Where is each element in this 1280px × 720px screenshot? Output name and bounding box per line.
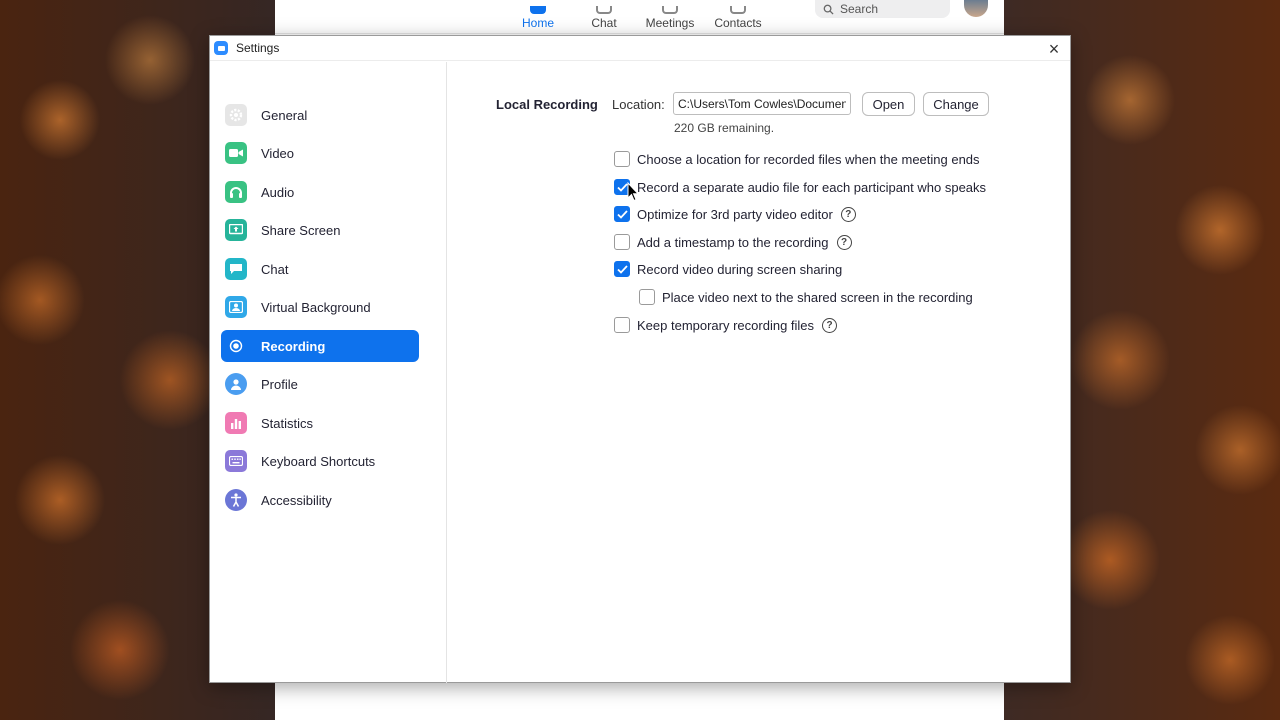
sidebar-item-label: Share Screen [261, 222, 341, 238]
contacts-icon [730, 6, 746, 14]
sidebar-item-share-screen[interactable]: Share Screen [221, 214, 419, 246]
location-label: Location: [612, 97, 665, 112]
accessibility-icon [225, 489, 247, 511]
option-label: Record a separate audio file for each pa… [637, 179, 987, 195]
place-video-checkbox[interactable] [639, 289, 655, 305]
checkmark-icon [616, 209, 628, 219]
option-optimize-3rd-party: Optimize for 3rd party video editor ? [614, 206, 856, 222]
sidebar-item-label: General [261, 107, 308, 123]
main-nav-bar: Home Chat Meetings Contacts Search [275, 0, 1004, 34]
separate-audio-checkbox[interactable] [614, 179, 630, 195]
choose-location-checkbox[interactable] [614, 151, 630, 167]
main-search-box[interactable]: Search [815, 0, 950, 18]
option-label: Record video during screen sharing [637, 261, 843, 277]
change-button[interactable]: Change [923, 92, 989, 116]
clock-icon [662, 6, 678, 14]
video-icon [225, 142, 247, 164]
main-search-label: Search [840, 2, 879, 16]
home-icon [530, 6, 546, 14]
sidebar-item-audio[interactable]: Audio [221, 176, 419, 208]
keep-temp-checkbox[interactable] [614, 317, 630, 333]
help-icon[interactable]: ? [836, 234, 852, 250]
storage-remaining: 220 GB remaining. [674, 121, 775, 135]
sidebar-item-label: Recording [261, 338, 326, 354]
close-button[interactable]: × [1044, 39, 1064, 59]
nav-home[interactable]: Home [522, 0, 555, 30]
optimize-editor-checkbox[interactable] [614, 206, 630, 222]
option-separate-audio: Record a separate audio file for each pa… [614, 179, 986, 195]
headphones-icon [225, 181, 247, 203]
zoom-app-icon [214, 41, 228, 55]
sidebar-item-recording[interactable]: Recording [221, 330, 419, 362]
avatar[interactable] [964, 0, 988, 17]
sidebar-item-keyboard-shortcuts[interactable]: Keyboard Shortcuts [221, 445, 419, 477]
location-field[interactable] [673, 92, 851, 115]
keyboard-icon [225, 450, 247, 472]
sidebar-item-label: Chat [261, 261, 289, 277]
sidebar-item-video[interactable]: Video [221, 137, 419, 169]
option-label: Keep temporary recording files [637, 317, 815, 333]
screen-sharing-checkbox[interactable] [614, 261, 630, 277]
sidebar-item-label: Profile [261, 376, 298, 392]
checkmark-icon [616, 264, 628, 274]
option-choose-location: Choose a location for recorded files whe… [614, 151, 980, 167]
checkmark-icon [616, 182, 628, 192]
nav-contacts[interactable]: Contacts [714, 0, 762, 30]
nav-chat-label: Chat [591, 16, 617, 30]
sidebar-item-label: Virtual Background [261, 299, 371, 315]
profile-icon [225, 373, 247, 395]
open-button[interactable]: Open [862, 92, 915, 116]
sidebar-item-label: Video [261, 145, 295, 161]
chat-icon [596, 6, 612, 14]
settings-sidebar: General Video Audio Share Screen Chat Vi… [210, 62, 447, 683]
search-icon [823, 4, 834, 15]
sidebar-item-chat[interactable]: Chat [221, 253, 419, 285]
nav-home-label: Home [522, 16, 555, 30]
share-screen-icon [225, 219, 247, 241]
option-timestamp: Add a timestamp to the recording ? [614, 234, 852, 250]
recording-icon [225, 335, 247, 357]
sidebar-item-virtual-background[interactable]: Virtual Background [221, 291, 419, 323]
settings-titlebar: Settings × [210, 36, 1070, 61]
sidebar-item-label: Keyboard Shortcuts [261, 453, 376, 469]
recording-settings-panel: Local Recording Location: Open Change 22… [448, 62, 1070, 683]
option-keep-temp-files: Keep temporary recording files ? [614, 317, 838, 333]
sidebar-item-accessibility[interactable]: Accessibility [221, 484, 419, 516]
local-recording-heading: Local Recording [496, 97, 598, 112]
option-label: Place video next to the shared screen in… [662, 289, 973, 305]
option-record-screen-sharing: Record video during screen sharing [614, 261, 842, 277]
option-label: Optimize for 3rd party video editor [637, 206, 833, 222]
option-label: Add a timestamp to the recording [637, 234, 829, 250]
sidebar-item-profile[interactable]: Profile [221, 368, 419, 400]
sidebar-item-label: Accessibility [261, 492, 332, 508]
nav-contacts-label: Contacts [714, 16, 762, 30]
sidebar-item-general[interactable]: General [221, 99, 419, 131]
sidebar-item-statistics[interactable]: Statistics [221, 407, 419, 439]
statistics-icon [225, 412, 247, 434]
chat-icon [225, 258, 247, 280]
nav-meetings-label: Meetings [645, 16, 695, 30]
sidebar-item-label: Audio [261, 184, 295, 200]
settings-dialog: Settings × General Video Audio Share Scr… [209, 35, 1071, 683]
help-icon[interactable]: ? [840, 206, 856, 222]
timestamp-checkbox[interactable] [614, 234, 630, 250]
virtual-background-icon [225, 296, 247, 318]
option-label: Choose a location for recorded files whe… [637, 151, 980, 167]
dialog-title: Settings [236, 41, 280, 55]
gear-icon [225, 104, 247, 126]
nav-chat[interactable]: Chat [590, 0, 618, 30]
nav-meetings[interactable]: Meetings [645, 0, 695, 30]
option-place-video-next: Place video next to the shared screen in… [639, 289, 973, 305]
help-icon[interactable]: ? [822, 317, 838, 333]
sidebar-item-label: Statistics [261, 415, 314, 431]
